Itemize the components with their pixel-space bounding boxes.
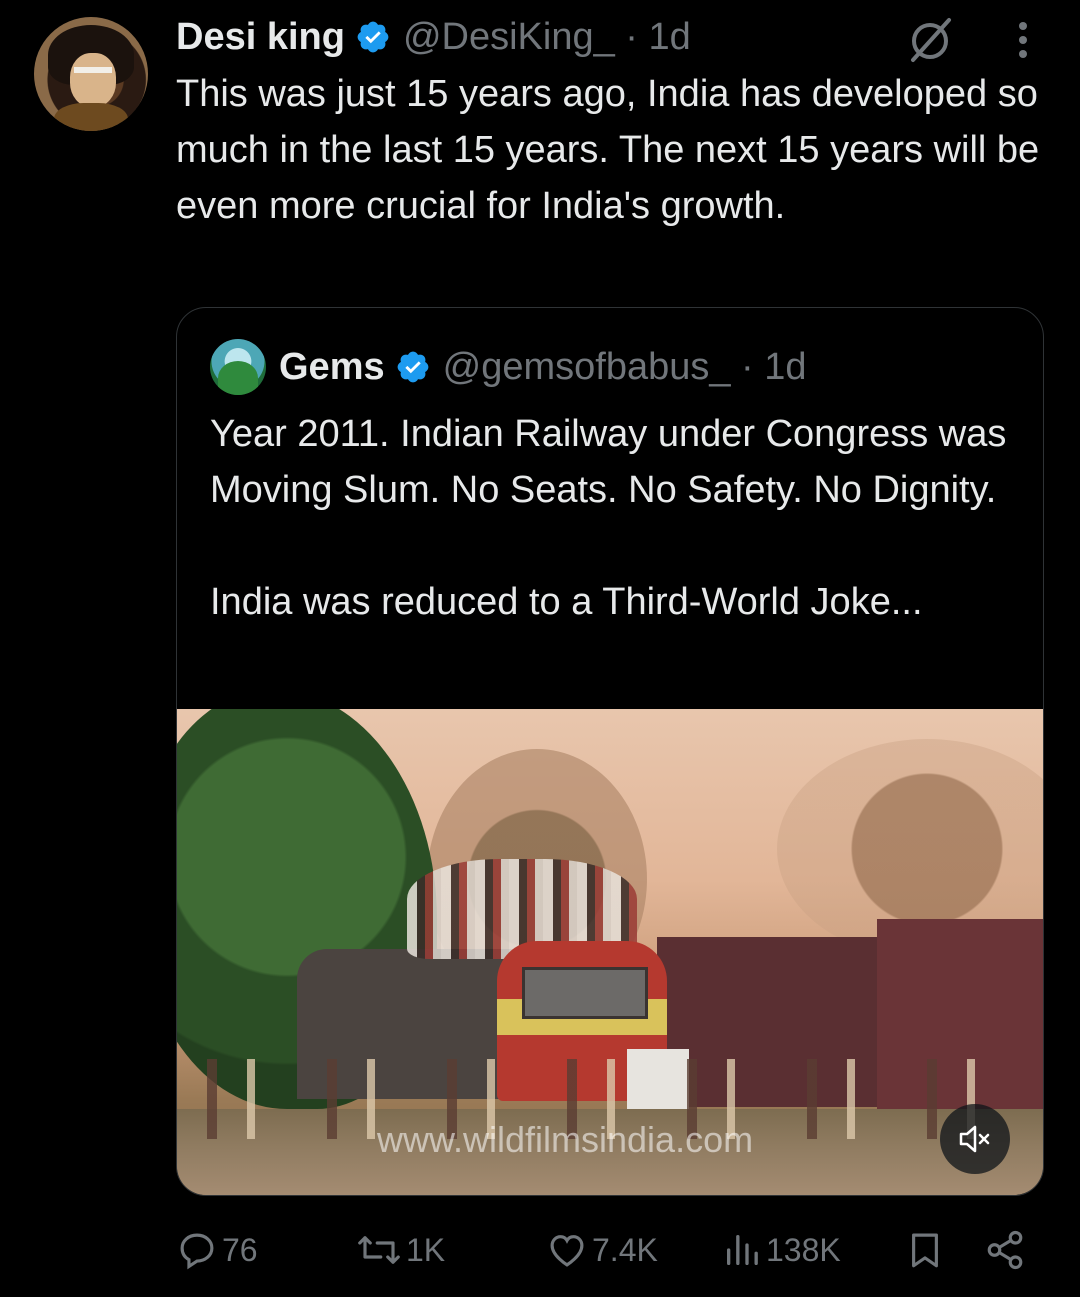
quote-author-handle-time[interactable]: @gemsofbabus_ · 1d [443, 346, 807, 389]
verified-badge-icon [357, 21, 389, 53]
tweet-text: This was just 15 years ago, India has de… [176, 73, 1040, 227]
quote-text-line: Year 2011. Indian Railway under Congress… [210, 413, 1007, 511]
repost-button[interactable]: 1K [356, 1220, 445, 1280]
quote-video[interactable]: www.wildfilmsindia.com [177, 709, 1043, 1195]
quote-text-line: India was reduced to a Third-World Joke.… [210, 581, 923, 623]
reply-button[interactable]: 76 [176, 1220, 258, 1280]
video-watermark: www.wildfilmsindia.com [377, 1119, 754, 1160]
quoted-tweet[interactable]: Gems @gemsofbabus_ · 1d Year 2011. India… [176, 307, 1044, 1196]
bookmark-button[interactable] [904, 1220, 950, 1280]
author-name[interactable]: Desi king [176, 16, 345, 59]
grok-icon[interactable] [905, 14, 955, 64]
heart-icon [550, 1235, 584, 1267]
repost-icon [358, 1236, 400, 1264]
views-chart-icon [727, 1235, 758, 1265]
bookmark-icon [912, 1233, 938, 1268]
mute-button[interactable] [940, 1104, 1010, 1174]
author-handle-time[interactable]: @DesiKing_ · 1d [403, 16, 691, 59]
verified-badge-icon [397, 351, 428, 383]
views-button[interactable]: 138K [722, 1220, 841, 1280]
author-avatar[interactable] [34, 17, 148, 131]
more-vertical-icon[interactable] [1003, 18, 1043, 62]
share-button[interactable] [984, 1220, 1030, 1280]
like-button[interactable]: 7.4K [546, 1220, 658, 1280]
like-count: 7.4K [592, 1231, 658, 1268]
quote-author-avatar[interactable] [210, 339, 266, 395]
share-icon [987, 1230, 1023, 1270]
reply-count: 76 [222, 1231, 258, 1268]
quote-header: Gems @gemsofbabus_ · 1d [279, 341, 807, 393]
view-count: 138K [766, 1231, 841, 1268]
quote-author-name[interactable]: Gems [279, 346, 385, 389]
reply-icon [180, 1233, 214, 1270]
repost-count: 1K [406, 1231, 446, 1268]
quote-text: Year 2011. Indian Railway under Congress… [210, 406, 1020, 630]
tweet-header: Desi king @DesiKing_ · 1d [176, 12, 691, 62]
action-bar: 76 1K 7.4K 138K [0, 1220, 1080, 1280]
speaker-muted-icon [959, 1125, 990, 1153]
